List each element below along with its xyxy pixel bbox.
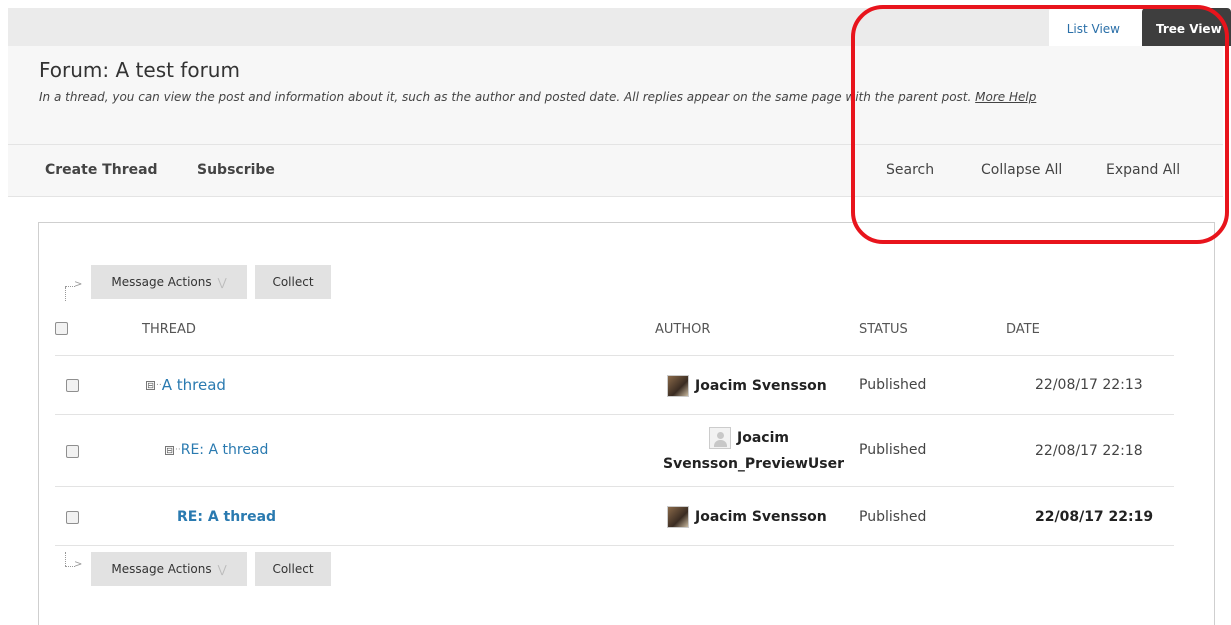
user-generic-icon (709, 427, 731, 449)
message-actions-label: Message Actions (111, 562, 212, 576)
expand-all-button[interactable]: Expand All (1106, 162, 1180, 178)
forum-description: In a thread, you can view the post and i… (39, 90, 1036, 104)
author-name: Joacim (709, 427, 789, 449)
tree-connector (65, 287, 66, 301)
view-switch: List View Tree View (1048, 8, 1231, 46)
collect-button-bottom[interactable]: Collect (255, 552, 331, 586)
row-divider (55, 545, 1174, 546)
author-name: Joacim Svensson (667, 506, 827, 528)
message-actions-label: Message Actions (111, 275, 212, 289)
row-checkbox[interactable] (66, 445, 79, 458)
search-button[interactable]: Search (886, 162, 934, 178)
page-title: Forum: A test forum (39, 58, 240, 82)
thread-title: A thread (161, 376, 226, 394)
collapse-all-button[interactable]: Collapse All (981, 162, 1062, 178)
forum-description-text: In a thread, you can view the post and i… (39, 90, 972, 104)
row-checkbox[interactable] (66, 379, 79, 392)
thread-link[interactable]: ⊟ ··RE: A thread (165, 442, 268, 458)
user-photo-icon (667, 506, 689, 528)
chevron-down-icon: ⋁ (217, 276, 227, 289)
date-text: 22/08/17 22:19 (1035, 509, 1154, 525)
author-name-line2: Svensson_PreviewUser (663, 456, 845, 472)
status-text: Published (859, 509, 927, 525)
list-view-tab[interactable]: List View (1048, 8, 1142, 46)
author-text: Joacim (737, 430, 789, 446)
row-divider (55, 486, 1174, 487)
create-thread-button[interactable]: Create Thread (45, 162, 158, 178)
date-text: 22/08/17 22:13 (1035, 377, 1143, 393)
collapse-node-icon[interactable]: ⊟ (146, 381, 155, 390)
chevron-down-icon: ⋁ (217, 563, 227, 576)
tree-view-tab[interactable]: Tree View (1142, 8, 1231, 46)
thread-link[interactable]: RE: A thread (177, 509, 276, 525)
tree-arrow-icon: > (74, 559, 83, 570)
collect-button-top[interactable]: Collect (255, 265, 331, 299)
date-text: 22/08/17 22:18 (1035, 443, 1143, 459)
top-bar (8, 8, 1223, 46)
row-divider (55, 414, 1174, 415)
thread-title: RE: A thread (180, 442, 269, 458)
row-checkbox[interactable] (66, 511, 79, 524)
status-text: Published (859, 442, 927, 458)
column-header-thread[interactable]: THREAD (142, 322, 196, 337)
column-header-author[interactable]: AUTHOR (655, 322, 710, 337)
thread-link[interactable]: ⊟ ··A thread (146, 376, 226, 394)
row-divider (55, 355, 1174, 356)
forum-header: Forum: A test forum In a thread, you can… (8, 46, 1223, 144)
subscribe-button[interactable]: Subscribe (197, 162, 275, 178)
author-text: Joacim Svensson (695, 509, 827, 525)
author-name: Joacim Svensson (667, 375, 827, 397)
column-header-status[interactable]: STATUS (859, 322, 908, 337)
author-text: Joacim Svensson (695, 378, 827, 394)
action-bar: Create Thread Subscribe Search Collapse … (8, 144, 1223, 197)
collapse-node-icon[interactable]: ⊟ (165, 445, 174, 455)
more-help-link[interactable]: More Help (975, 90, 1036, 104)
user-photo-icon (667, 375, 689, 397)
tree-arrow-icon: > (74, 279, 83, 290)
column-header-date[interactable]: DATE (1006, 322, 1040, 337)
message-actions-button-bottom[interactable]: Message Actions ⋁ (91, 552, 247, 586)
select-all-checkbox[interactable] (55, 322, 68, 335)
status-text: Published (859, 377, 927, 393)
message-actions-button-top[interactable]: Message Actions ⋁ (91, 265, 247, 299)
tree-connector (65, 552, 66, 566)
